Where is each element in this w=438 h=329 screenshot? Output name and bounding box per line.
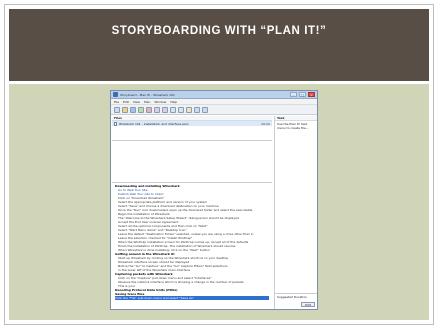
storyboard-steps: Downloading and Installing Wireshark Go t… xyxy=(112,183,272,303)
open-icon[interactable] xyxy=(122,106,128,113)
menu-file[interactable]: File xyxy=(114,100,119,104)
save-icon[interactable] xyxy=(130,106,136,113)
files-list: Wireshark 101 - Installation and interfa… xyxy=(112,121,272,141)
indent-icon[interactable] xyxy=(154,106,160,113)
slide-title-band: STORYBOARDING WITH “PLAN IT!” xyxy=(9,9,429,81)
menu-help[interactable]: Help xyxy=(170,100,177,104)
app-icon xyxy=(113,92,118,97)
edit-button[interactable]: Edit xyxy=(301,302,315,307)
storyboard-step[interactable]: Click the "File" pull-down menu and sele… xyxy=(115,296,269,300)
empty-panel xyxy=(112,141,272,183)
move-down-icon[interactable] xyxy=(178,106,184,113)
add-step-icon[interactable] xyxy=(138,106,144,113)
menu-window[interactable]: Window xyxy=(154,100,166,104)
menu-view[interactable]: View xyxy=(133,100,140,104)
menu-plan[interactable]: Plan xyxy=(144,100,150,104)
move-up-icon[interactable] xyxy=(170,106,176,113)
forward-icon[interactable] xyxy=(202,106,208,113)
record-icon[interactable] xyxy=(186,106,192,113)
back-icon[interactable] xyxy=(194,106,200,113)
right-pane: Task Use the Plan It! task menu to creat… xyxy=(274,116,317,309)
app-toolbar xyxy=(111,105,317,115)
app-window-title: Storyboard - Plan It! - Wireshark 101 xyxy=(120,92,175,97)
delete-step-icon[interactable] xyxy=(146,106,152,113)
new-icon[interactable] xyxy=(114,106,120,113)
outdent-icon[interactable] xyxy=(162,106,168,113)
slide-title: STORYBOARDING WITH “PLAN IT!” xyxy=(111,25,327,37)
document-icon xyxy=(114,121,117,126)
menu-edit[interactable]: Edit xyxy=(123,100,129,104)
plan-it-app-screenshot: Storyboard - Plan It! - Wireshark 101 – … xyxy=(110,90,318,310)
task-text: Use the Plan It! task menu to create the… xyxy=(277,122,309,130)
left-pane: Files Wireshark 101 - Installation and i… xyxy=(112,116,272,309)
file-time: 00:00 xyxy=(261,121,270,126)
app-titlebar: Storyboard - Plan It! - Wireshark 101 – … xyxy=(111,91,317,99)
app-main-area: Files Wireshark 101 - Installation and i… xyxy=(111,116,317,309)
minimize-icon[interactable]: – xyxy=(290,92,297,97)
close-icon[interactable]: × xyxy=(308,92,315,97)
suggested-duration-label: Suggested Duration xyxy=(275,293,317,299)
file-row[interactable]: Wireshark 101 - Installation and interfa… xyxy=(112,121,272,126)
maximize-icon[interactable]: □ xyxy=(299,92,306,97)
file-name: Wireshark 101 - Installation and interfa… xyxy=(119,121,189,126)
